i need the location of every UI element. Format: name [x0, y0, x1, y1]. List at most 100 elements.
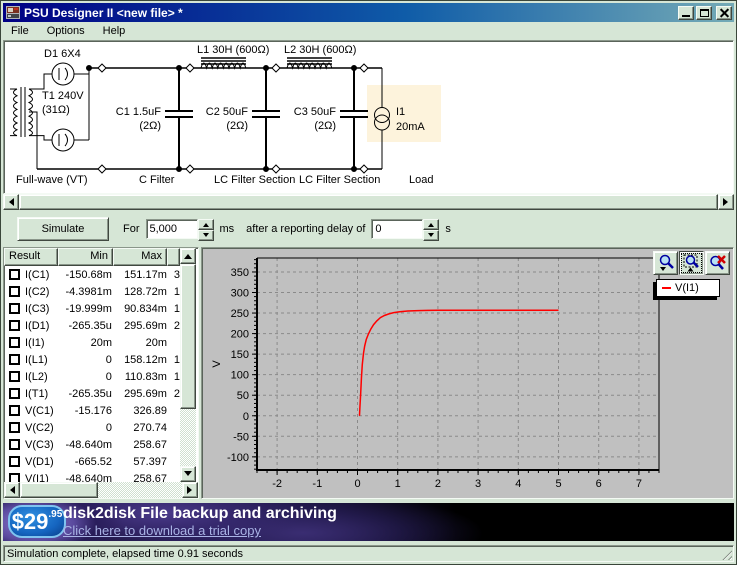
label-c1-1[interactable]: C1 1.5uF	[116, 106, 162, 118]
duration-input[interactable]	[146, 219, 198, 239]
delay-up-button[interactable]	[423, 219, 439, 230]
results-vscroll-thumb[interactable]	[180, 264, 196, 409]
result-extra: 2	[167, 388, 180, 400]
result-checkbox[interactable]	[9, 269, 20, 280]
result-min: -4.3981m	[58, 286, 112, 298]
table-row[interactable]: V(C1)-15.176326.89	[4, 402, 180, 419]
x-tick-label: -2	[272, 478, 282, 490]
schematic-hscroll-thumb[interactable]	[19, 194, 718, 210]
legend-series-label: V(I1)	[675, 282, 699, 294]
result-checkbox[interactable]	[9, 371, 20, 382]
zoom-select-button[interactable]	[679, 251, 704, 275]
result-max: 258.67	[112, 439, 167, 451]
table-row[interactable]: V(C3)-48.640m258.67	[4, 436, 180, 453]
menu-help[interactable]: Help	[103, 25, 126, 37]
result-max: 326.89	[112, 405, 167, 417]
scroll-left-button[interactable]	[3, 194, 19, 210]
menu-file[interactable]: File	[11, 25, 29, 37]
schematic-hscrollbar[interactable]	[3, 194, 734, 210]
section-label-load: Load	[409, 174, 433, 186]
result-checkbox[interactable]	[9, 456, 20, 467]
chart-panel[interactable]: -2-101234567-100-50050100150200250300350…	[201, 247, 734, 499]
label-i1-1[interactable]: I1	[396, 106, 405, 118]
scroll-left-button[interactable]	[4, 482, 20, 498]
table-row[interactable]: V(D1)-665.5257.397	[4, 453, 180, 470]
result-extra: 3	[167, 269, 180, 281]
scroll-up-button[interactable]	[180, 248, 196, 264]
chart-legend[interactable]: V(I1)	[656, 279, 720, 297]
table-row[interactable]: I(C1)-150.68m151.17m3	[4, 266, 180, 283]
minimize-button[interactable]	[678, 6, 694, 20]
close-button[interactable]	[716, 6, 732, 20]
table-row[interactable]: I(D1)-265.35u295.69m2	[4, 317, 180, 334]
results-hscroll-thumb[interactable]	[20, 482, 98, 498]
label-l2[interactable]: L2 30H (600Ω)	[284, 44, 356, 56]
result-checkbox[interactable]	[9, 354, 20, 365]
label-t1-1[interactable]: T1 240V	[42, 90, 84, 102]
zoom-reset-button[interactable]	[705, 251, 730, 275]
table-row[interactable]: I(L2)0110.83m1	[4, 368, 180, 385]
column-header-max[interactable]: Max	[113, 248, 167, 266]
menu-options[interactable]: Options	[47, 25, 85, 37]
result-checkbox[interactable]	[9, 473, 20, 482]
result-checkbox[interactable]	[9, 303, 20, 314]
delay-label: after a reporting delay of	[246, 223, 365, 235]
result-checkbox[interactable]	[9, 337, 20, 348]
scroll-down-button[interactable]	[180, 466, 196, 482]
result-checkbox[interactable]	[9, 286, 20, 297]
duration-down-button[interactable]	[198, 230, 214, 241]
result-extra: 2	[167, 320, 180, 332]
close-icon	[720, 9, 729, 17]
title-bar[interactable]: PSU Designer II <new file> *	[3, 3, 734, 22]
column-header-result[interactable]: Result	[4, 248, 58, 266]
results-hscrollbar[interactable]	[4, 482, 198, 498]
result-name: I(I1)	[25, 337, 58, 349]
table-row[interactable]: V(C2)0270.74	[4, 419, 180, 436]
duration-stepper[interactable]	[198, 219, 214, 239]
result-min: -150.68m	[58, 269, 112, 281]
column-header-min[interactable]: Min	[58, 248, 113, 266]
result-checkbox[interactable]	[9, 439, 20, 450]
result-checkbox[interactable]	[9, 405, 20, 416]
scroll-right-button[interactable]	[718, 194, 734, 210]
delay-stepper[interactable]	[423, 219, 439, 239]
simulate-button[interactable]: Simulate	[17, 217, 109, 241]
zoom-out-button[interactable]	[653, 251, 678, 275]
series-line-v(i1)	[360, 310, 559, 416]
label-c3-1[interactable]: C3 50uF	[294, 106, 336, 118]
result-min: 0	[58, 354, 112, 366]
table-row[interactable]: I(C2)-4.3981m128.72m1	[4, 283, 180, 300]
result-checkbox[interactable]	[9, 388, 20, 399]
result-checkbox[interactable]	[9, 320, 20, 331]
maximize-button[interactable]	[696, 6, 712, 20]
label-l1[interactable]: L1 30H (600Ω)	[197, 44, 269, 56]
results-vscroll-track[interactable]	[180, 264, 196, 466]
table-row[interactable]: I(T1)-265.35u295.69m2	[4, 385, 180, 402]
delay-input[interactable]	[371, 219, 423, 239]
ad-banner[interactable]: $29 .95 disk2disk File backup and archiv…	[3, 503, 734, 541]
label-c2-1[interactable]: C2 50uF	[206, 106, 248, 118]
price-cents: .95	[48, 507, 62, 523]
delay-down-button[interactable]	[423, 230, 439, 241]
zoom-reset-icon	[709, 254, 727, 272]
schematic-hscroll-track[interactable]	[19, 194, 718, 210]
app-window: PSU Designer II <new file> * File Option…	[0, 0, 737, 565]
table-row[interactable]: I(I1)20m20m	[4, 334, 180, 351]
table-row[interactable]: I(L1)0158.12m1	[4, 351, 180, 368]
ad-download-link[interactable]: Click here to download a trial copy	[63, 523, 337, 538]
results-vscrollbar[interactable]	[180, 248, 196, 482]
table-row[interactable]: V(I1)-48.640m258.67	[4, 470, 180, 482]
label-d1[interactable]: D1 6X4	[44, 48, 81, 60]
x-tick-label: 0	[354, 478, 360, 490]
table-row[interactable]: I(C3)-19.999m90.834m1	[4, 300, 180, 317]
scroll-right-button[interactable]	[182, 482, 198, 498]
column-header-extra[interactable]	[167, 248, 180, 266]
result-checkbox[interactable]	[9, 422, 20, 433]
results-hscroll-track[interactable]	[20, 482, 182, 498]
waveform-chart[interactable]: -2-101234567-100-50050100150200250300350…	[202, 248, 734, 498]
arrow-up-icon	[428, 220, 434, 227]
result-max: 90.834m	[112, 303, 167, 315]
results-panel: Result Min Max I(C1)-150.68m151.17m3I(C2…	[3, 247, 199, 499]
schematic-canvas[interactable]: D1 6X4 T1 240V (31Ω) L1 30H (600Ω) L2 30…	[3, 40, 734, 194]
duration-up-button[interactable]	[198, 219, 214, 230]
